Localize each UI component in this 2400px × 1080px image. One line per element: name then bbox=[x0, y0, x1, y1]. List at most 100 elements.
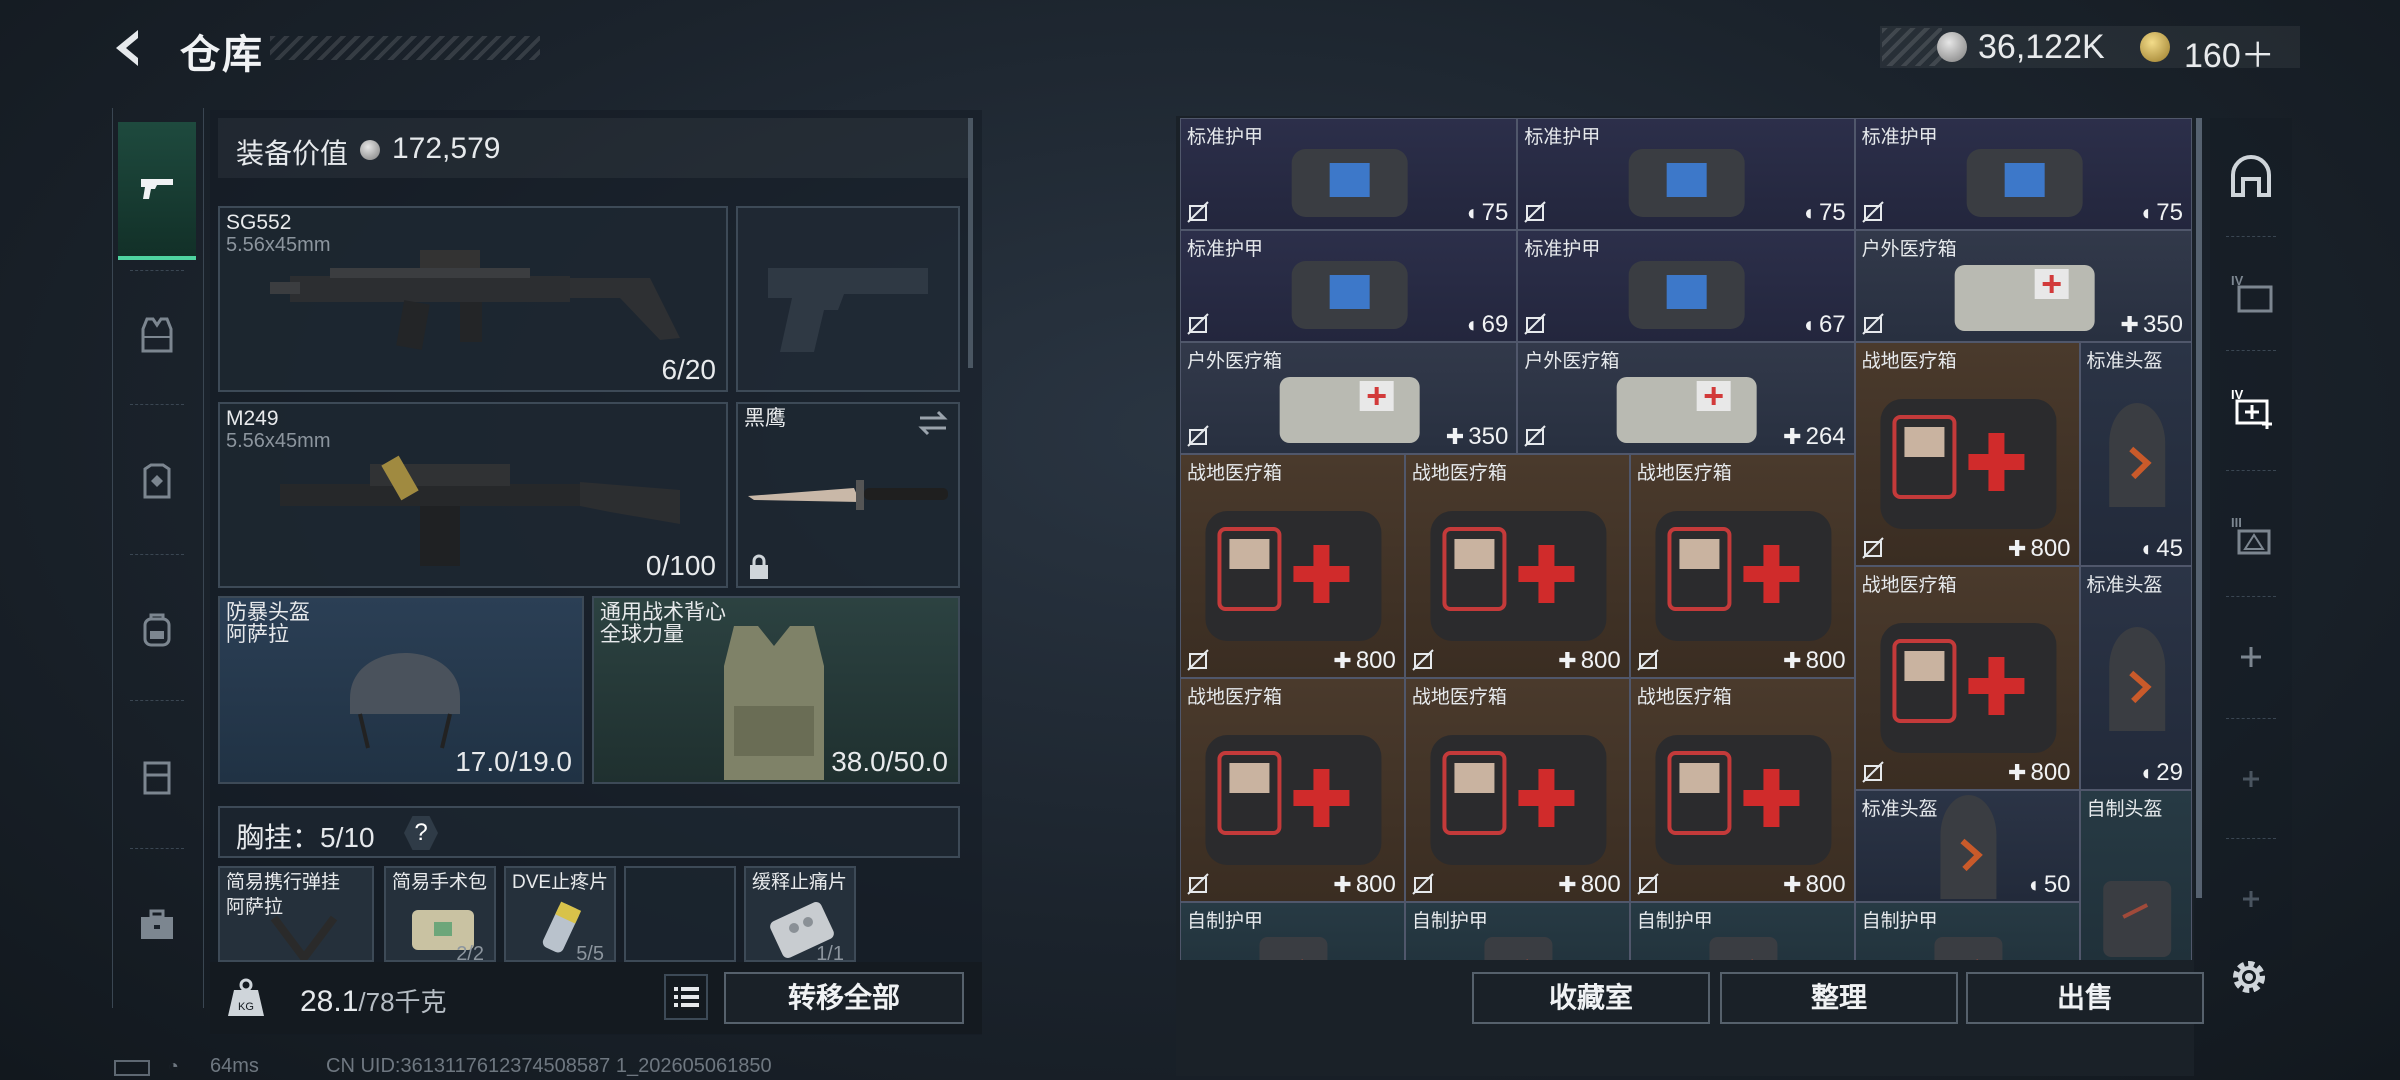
no-insure-icon bbox=[1187, 425, 1209, 447]
melee-slot[interactable]: 黑鹰 bbox=[736, 402, 960, 588]
storage-item-helm[interactable]: 标准头盔 ◖ 50 bbox=[1854, 790, 2080, 902]
back-button[interactable] bbox=[108, 26, 152, 70]
tab-level-iii[interactable]: III bbox=[2212, 490, 2290, 580]
knife-image bbox=[748, 480, 948, 510]
storage-item-field[interactable]: 战地医疗箱 ✚ 800 bbox=[1629, 454, 1855, 678]
helmet-slot[interactable]: 防暴头盔 阿萨拉 17.0/19.0 bbox=[218, 596, 584, 784]
storage-item-helm[interactable]: 标准头盔 ◖ 29 bbox=[2079, 566, 2192, 790]
storage-item-self[interactable]: 自制护甲 bbox=[1854, 902, 2080, 960]
durability-shield-icon: ◖ bbox=[2138, 200, 2153, 225]
chest-rig-label: 胸挂：5/10 bbox=[236, 816, 375, 856]
vest-slot[interactable]: 通用战术背心 全球力量 38.0/50.0 bbox=[592, 596, 960, 784]
helmet-name: 防暴头盔 bbox=[226, 601, 310, 624]
tab-storage[interactable] bbox=[2212, 134, 2290, 224]
item-value-number: 69 bbox=[1481, 311, 1509, 338]
heal-plus-icon: ✚ bbox=[2008, 760, 2027, 785]
durability-shield-icon: ◖ bbox=[2138, 536, 2153, 561]
scrollbar[interactable] bbox=[2196, 118, 2202, 898]
self-made-gear-image bbox=[1259, 937, 1328, 960]
item-value-number: 75 bbox=[1818, 199, 1846, 226]
item-value-number: 264 bbox=[1805, 423, 1846, 450]
divider bbox=[130, 404, 184, 405]
item-name: 简易携行弹挂 bbox=[226, 872, 341, 893]
storage-item-field[interactable]: 战地医疗箱 ✚ 800 bbox=[1180, 678, 1405, 902]
storage-item-field[interactable]: 战地医疗箱 ✚ 800 bbox=[1854, 566, 2080, 790]
tab-level-iv-case[interactable]: IV bbox=[2212, 248, 2290, 338]
tab-level-iv-med[interactable]: IV bbox=[2212, 362, 2290, 452]
tab-add-locked[interactable] bbox=[2212, 734, 2290, 824]
ammo-count: 0/100 bbox=[645, 550, 716, 581]
category-backpack[interactable] bbox=[118, 584, 196, 674]
storage-item-med[interactable]: 户外医疗箱 ✚ 350 bbox=[1854, 230, 2192, 342]
storage-item-field[interactable]: 战地医疗箱 ✚ 800 bbox=[1854, 342, 2080, 566]
storage-item-med[interactable]: 户外医疗箱 ✚ 350 bbox=[1180, 342, 1518, 454]
self-made-gear-image bbox=[1484, 937, 1553, 960]
sell-button[interactable]: 出售 bbox=[1966, 972, 2204, 1024]
storage-item-field[interactable]: 战地医疗箱 ✚ 800 bbox=[1404, 678, 1630, 902]
storage-item-field[interactable]: 战地医疗箱 ✚ 800 bbox=[1180, 454, 1405, 678]
category-toolbox[interactable] bbox=[118, 880, 196, 970]
tab-add-locked[interactable] bbox=[2212, 854, 2290, 944]
field-med-kit-image bbox=[1205, 735, 1382, 865]
item-value-number: 350 bbox=[2142, 311, 2183, 338]
gold-amount[interactable]: 160＋ bbox=[2184, 28, 2275, 77]
swap-icon[interactable] bbox=[916, 410, 950, 436]
secondary-weapon-slot[interactable]: M249 5.56x45mm 0/100 bbox=[218, 402, 728, 588]
chest-slot[interactable]: 简易携行弹挂 阿萨拉 bbox=[218, 866, 374, 962]
pistol-slot[interactable] bbox=[736, 206, 960, 392]
chest-slot-empty[interactable] bbox=[624, 866, 736, 962]
scrollbar[interactable] bbox=[968, 118, 973, 368]
storage-item-self[interactable]: 自制护甲 bbox=[1180, 902, 1405, 960]
self-made-gear-image bbox=[1709, 937, 1778, 960]
no-insure-icon bbox=[1187, 649, 1209, 671]
chest-rig-image bbox=[270, 915, 338, 960]
heal-plus-icon: ✚ bbox=[1445, 424, 1465, 449]
storage-item-helm[interactable]: 标准头盔 ◖ 45 bbox=[2079, 342, 2192, 566]
chest-slot[interactable]: 缓释止痛片 1/1 bbox=[744, 866, 856, 962]
storage-item-self[interactable]: 自制护甲 bbox=[1629, 902, 1855, 960]
storage-item-armor[interactable]: 标准护甲 ◖ 75 bbox=[1854, 118, 2192, 230]
item-count: 2/2 bbox=[456, 943, 484, 962]
list-view-button[interactable] bbox=[664, 974, 708, 1020]
transfer-all-button[interactable]: 转移全部 bbox=[724, 972, 964, 1024]
item-name: DVE止疼片 bbox=[512, 872, 609, 893]
rifle-image bbox=[270, 250, 680, 350]
plus-icon bbox=[2241, 647, 2261, 667]
no-insure-icon bbox=[1187, 201, 1209, 223]
divider bbox=[2226, 718, 2276, 719]
item-value: ✚ 800 bbox=[1558, 647, 1620, 675]
no-insure-icon bbox=[1637, 649, 1659, 671]
no-insure-icon bbox=[1861, 537, 1884, 559]
category-armor[interactable] bbox=[118, 436, 196, 526]
storage-item-field[interactable]: 战地医疗箱 ✚ 800 bbox=[1629, 678, 1855, 902]
field-med-kit-image bbox=[1880, 399, 2057, 529]
chest-slot[interactable]: 简易手术包 2/2 bbox=[384, 866, 496, 962]
heal-plus-icon: ✚ bbox=[1333, 648, 1352, 673]
storage-item-med[interactable]: 户外医疗箱 ✚ 264 bbox=[1517, 342, 1855, 454]
storage-item-armor[interactable]: 标准护甲 ◖ 67 bbox=[1517, 230, 1855, 342]
storage-item-field[interactable]: 战地医疗箱 ✚ 800 bbox=[1404, 454, 1630, 678]
primary-weapon-slot[interactable]: SG552 5.56x45mm 6/20 bbox=[218, 206, 728, 392]
category-weapons[interactable] bbox=[118, 122, 196, 260]
sort-button[interactable]: 整理 bbox=[1720, 972, 1958, 1024]
item-value-number: 800 bbox=[1805, 647, 1846, 674]
category-case[interactable] bbox=[118, 732, 196, 822]
storage-item-self[interactable]: 自制头盔 bbox=[2079, 790, 2192, 960]
settings-gear-icon[interactable] bbox=[2226, 954, 2272, 1000]
tab-add[interactable] bbox=[2212, 612, 2290, 702]
storage-item-armor[interactable]: 标准护甲 ◖ 75 bbox=[1517, 118, 1855, 230]
collection-room-button[interactable]: 收藏室 bbox=[1472, 972, 1710, 1024]
category-vest[interactable] bbox=[118, 290, 196, 380]
svg-text:KG: KG bbox=[238, 1001, 254, 1013]
storage-item-armor[interactable]: 标准护甲 ◖ 69 bbox=[1180, 230, 1518, 342]
backpack-icon bbox=[143, 613, 171, 647]
chest-slot[interactable]: DVE止疼片 5/5 bbox=[504, 866, 616, 962]
storage-item-armor[interactable]: 标准护甲 ◖ 75 bbox=[1180, 118, 1518, 230]
field-med-kit-image bbox=[1655, 511, 1832, 641]
item-value: ◖ 75 bbox=[2139, 199, 2183, 227]
durability-shield-icon: ◖ bbox=[1801, 312, 1815, 337]
divider bbox=[2226, 838, 2276, 839]
item-value: ✚ 800 bbox=[2008, 759, 2070, 787]
storage-item-self[interactable]: 自制护甲 bbox=[1404, 902, 1630, 960]
self-made-gear-image bbox=[1934, 937, 2003, 960]
